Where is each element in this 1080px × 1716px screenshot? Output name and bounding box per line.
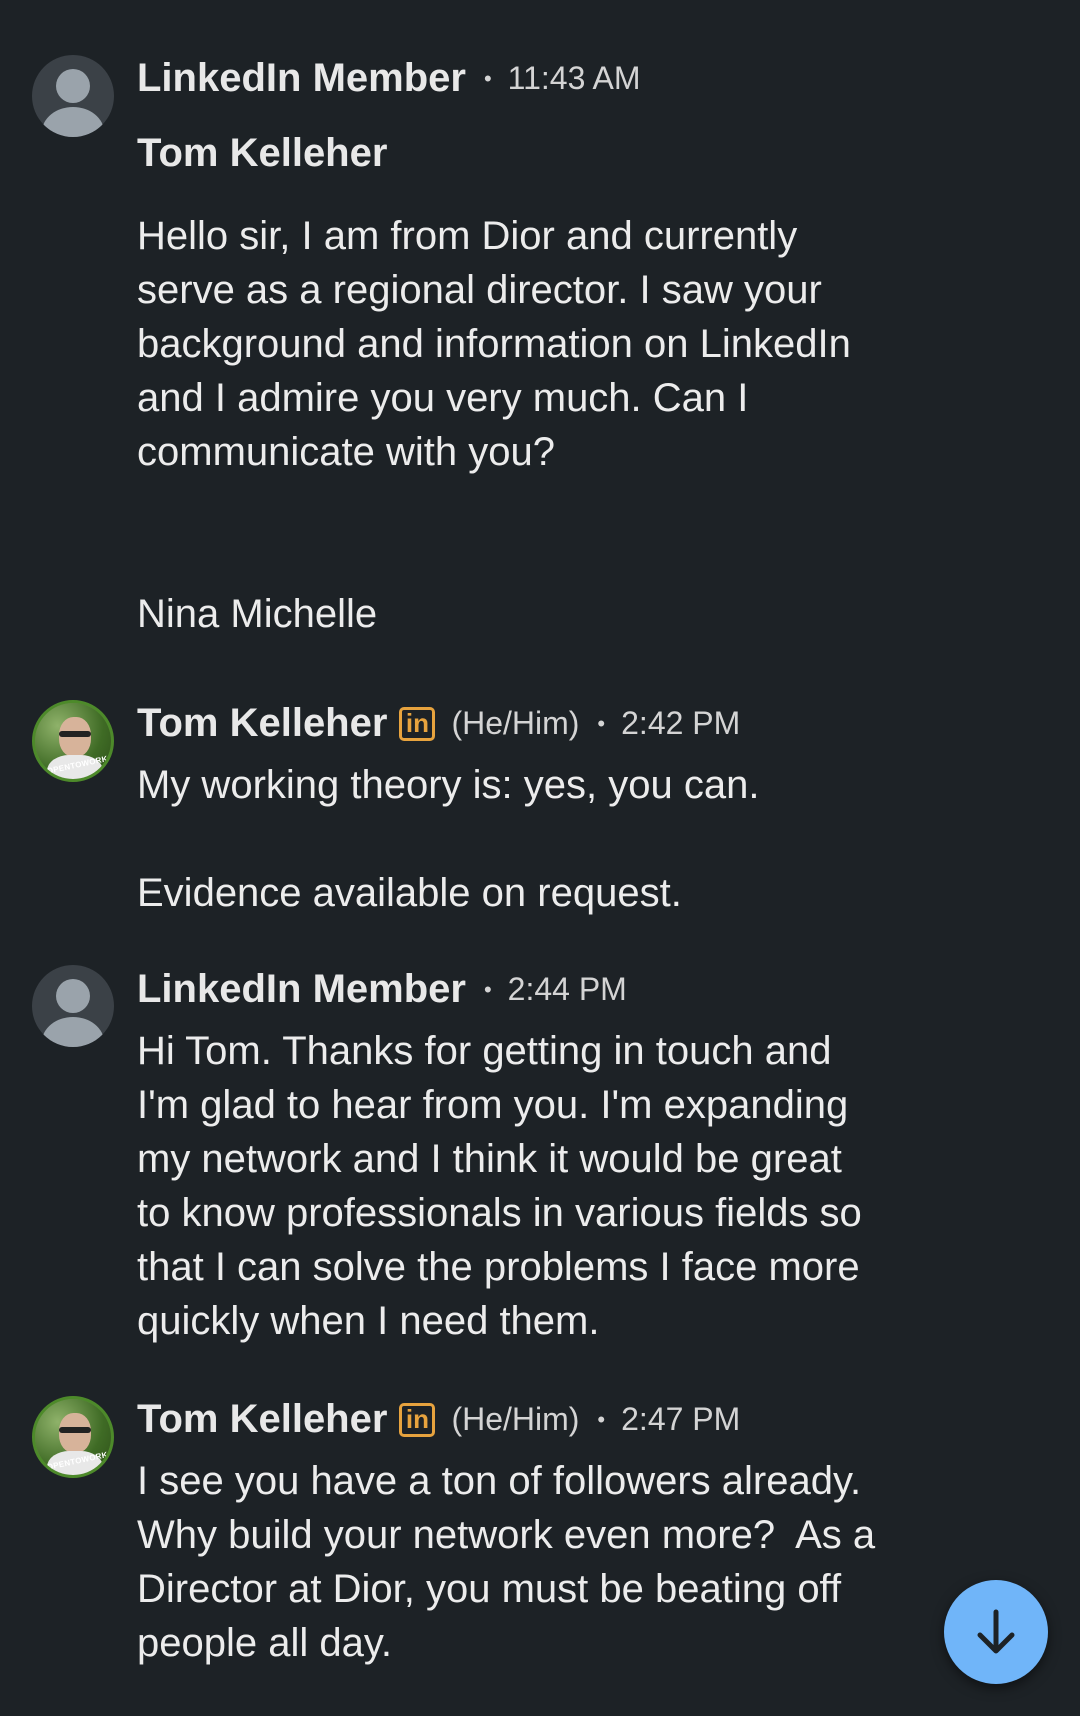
message-time: 2:42 PM [621, 705, 741, 741]
message-subject: Tom Kelleher [137, 131, 388, 175]
member-avatar[interactable] [32, 55, 114, 137]
message-header: Tom Kelleher in (He/Him) • 2:42 PM [137, 701, 740, 746]
separator-dot: • [483, 976, 492, 1002]
avatar-glasses [59, 1427, 91, 1433]
messaging-thread: LinkedIn Member • 11:43 AM Tom Kelleher … [0, 0, 1080, 1716]
message-header: LinkedIn Member • 11:43 AM [137, 56, 640, 101]
message-time: 11:43 AM [507, 60, 641, 96]
linkedin-premium-icon: in [399, 1402, 436, 1437]
scroll-to-bottom-button[interactable] [944, 1580, 1048, 1684]
member-avatar[interactable] [32, 965, 114, 1047]
message-body: Hello sir, I am from Dior and currently … [137, 214, 851, 636]
message-body: My working theory is: yes, you can. Evid… [137, 763, 760, 915]
avatar-face [59, 717, 91, 757]
pronouns: (He/Him) [451, 1401, 580, 1437]
message-header: LinkedIn Member • 2:44 PM [137, 967, 627, 1012]
message-time: 2:47 PM [621, 1401, 741, 1437]
tom-avatar[interactable]: #OPENTOWORK [32, 1396, 114, 1478]
message-body: I see you have a ton of followers alread… [137, 1459, 876, 1665]
avatar-face [59, 1413, 91, 1453]
separator-dot: • [597, 1406, 606, 1432]
avatar-body [42, 107, 104, 137]
avatar-glasses [59, 731, 91, 737]
avatar-body [42, 1017, 104, 1047]
separator-dot: • [483, 65, 492, 91]
message-header: Tom Kelleher in (He/Him) • 2:47 PM [137, 1397, 740, 1442]
sender-name[interactable]: Tom Kelleher [137, 701, 387, 746]
message-body: Hi Tom. Thanks for getting in touch and … [137, 1029, 862, 1343]
separator-dot: • [597, 710, 606, 736]
avatar-head [56, 69, 90, 103]
tom-avatar[interactable]: #OPENTOWORK [32, 700, 114, 782]
sender-name[interactable]: LinkedIn Member [137, 56, 466, 101]
sender-name[interactable]: LinkedIn Member [137, 967, 466, 1012]
message-time: 2:44 PM [507, 971, 627, 1007]
avatar-head [56, 979, 90, 1013]
sender-name[interactable]: Tom Kelleher [137, 1397, 387, 1442]
arrow-down-icon [977, 1609, 1015, 1654]
linkedin-premium-icon: in [399, 706, 436, 741]
pronouns: (He/Him) [451, 705, 580, 741]
